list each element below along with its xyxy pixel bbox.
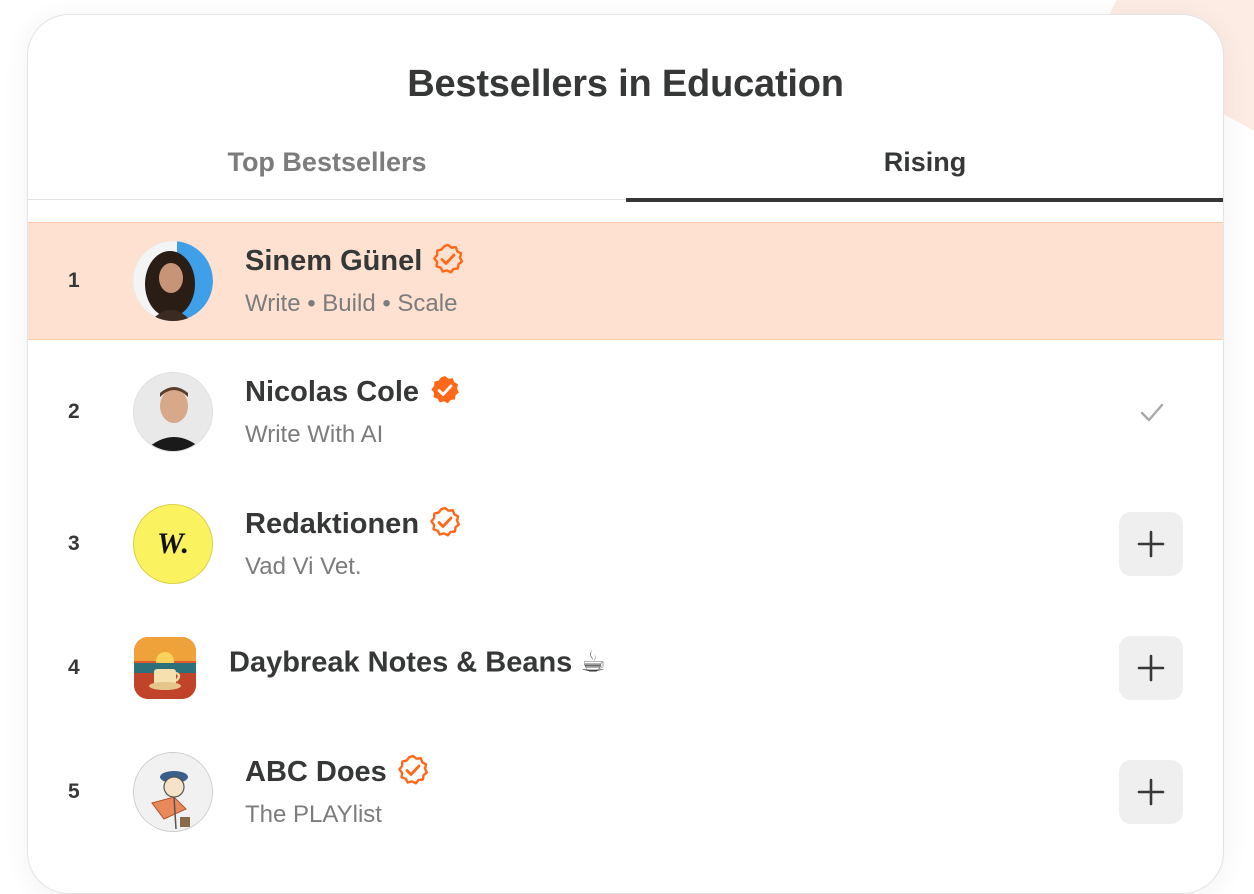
- list-item[interactable]: 5 ABC Does The PLAYlist: [28, 734, 1223, 850]
- rank-number: 2: [68, 400, 80, 423]
- publication-name: Redaktionen: [245, 508, 420, 540]
- plus-icon: [1137, 778, 1165, 806]
- tab-top-bestsellers[interactable]: Top Bestsellers: [28, 125, 626, 199]
- rank-number: 5: [68, 780, 80, 803]
- avatar: [133, 752, 213, 832]
- plus-icon: [1137, 654, 1165, 682]
- verified-badge-icon: [429, 374, 461, 411]
- list-item[interactable]: 2 Nicolas Cole Write With AI: [28, 354, 1223, 470]
- avatar: [133, 241, 213, 321]
- list-item[interactable]: 1 Sinem Günel Write • Build • Scale: [28, 222, 1223, 340]
- list-item[interactable]: 3 W. Redaktionen Vad Vi Vet.: [28, 486, 1223, 602]
- verified-badge-icon: [429, 506, 461, 543]
- publication-name: Nicolas Cole: [245, 376, 420, 408]
- plus-icon: [1137, 530, 1165, 558]
- tab-rising[interactable]: Rising: [626, 125, 1223, 202]
- avatar: [134, 637, 196, 699]
- avatar: W.: [133, 504, 213, 584]
- add-button[interactable]: [1119, 760, 1183, 824]
- add-button[interactable]: [1119, 512, 1183, 576]
- rank-number: 4: [68, 656, 80, 679]
- verified-badge-icon: [397, 754, 429, 791]
- page-title: Bestsellers in Education: [407, 63, 844, 105]
- publication-subtitle: Write • Build • Scale: [245, 290, 458, 317]
- rank-number: 1: [68, 269, 80, 292]
- verified-badge-icon: [432, 243, 464, 280]
- publication-subtitle: Vad Vi Vet.: [245, 553, 362, 580]
- rank-number: 3: [68, 532, 80, 555]
- publication-subtitle: Write With AI: [245, 421, 384, 448]
- publication-name: ABC Does: [245, 756, 387, 788]
- publication-name: Daybreak Notes & Beans ☕: [229, 646, 607, 679]
- subscribed-check-icon[interactable]: [1127, 387, 1177, 437]
- add-button[interactable]: [1119, 636, 1183, 700]
- tab-bar: Top Bestsellers Rising: [28, 125, 1223, 202]
- publication-name: Sinem Günel: [245, 245, 423, 277]
- publication-subtitle: The PLAYlist: [245, 801, 382, 828]
- bestsellers-card: Bestsellers in Education Top Bestsellers…: [27, 14, 1224, 894]
- avatar: [133, 372, 213, 452]
- logo-text: W.: [157, 527, 189, 560]
- list-item[interactable]: 4 Daybreak Notes & Beans ☕: [28, 610, 1223, 726]
